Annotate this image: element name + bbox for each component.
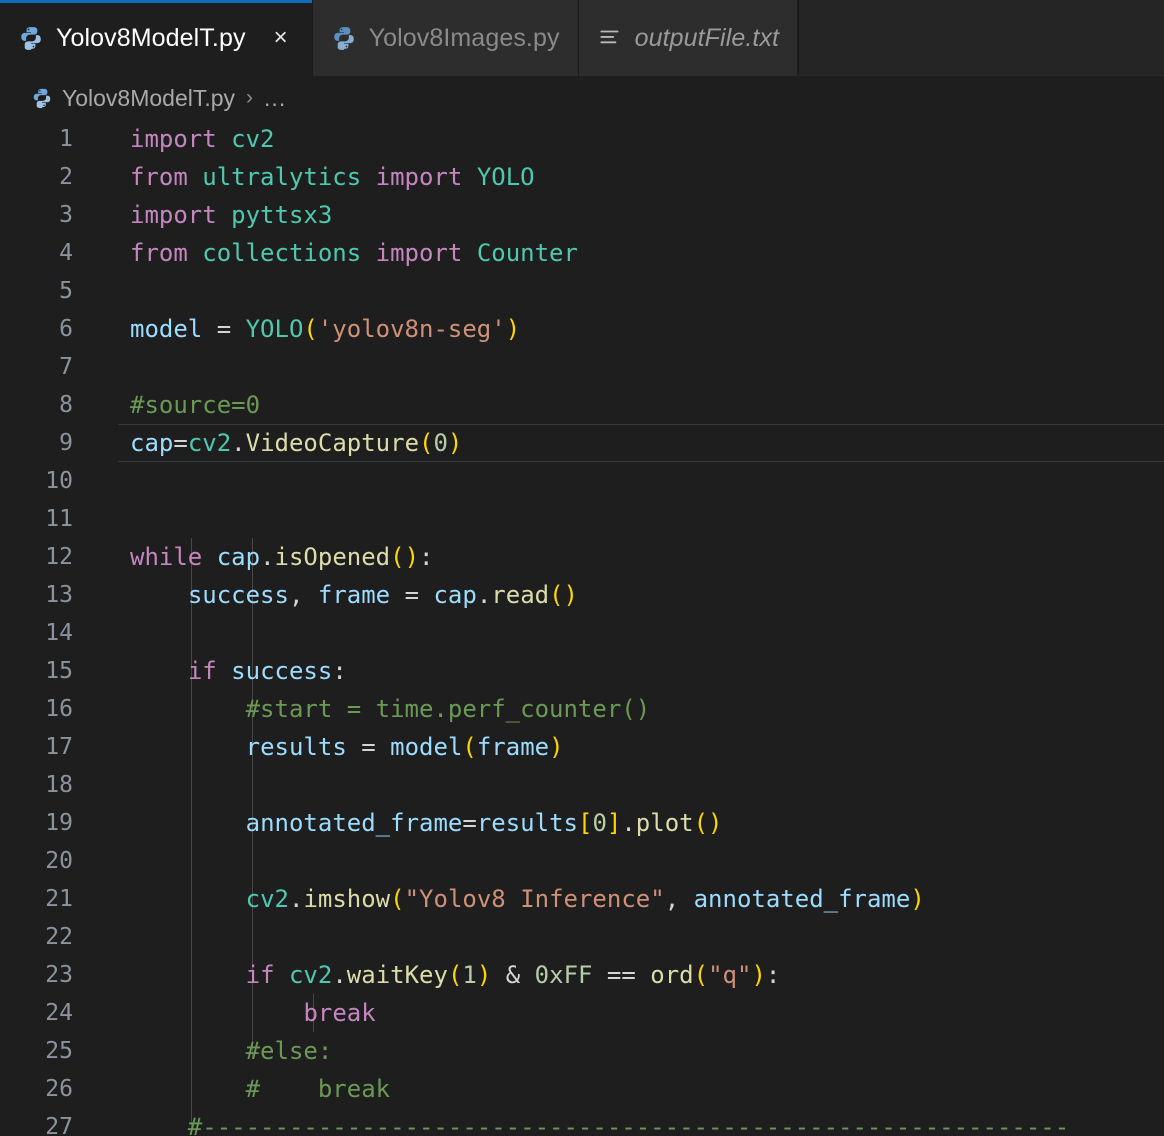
line-number: 14: [45, 620, 73, 646]
line-number: 19: [45, 810, 73, 836]
code-line-9[interactable]: 9 cap=cv2.VideoCapture(0): [0, 424, 1164, 462]
line-number: 5: [59, 278, 73, 304]
chevron-right-icon: ›: [246, 86, 254, 109]
line-number: 10: [45, 468, 73, 494]
line-number: 26: [45, 1076, 73, 1102]
line-number: 7: [59, 354, 73, 380]
code-line-8[interactable]: 8 #source=0: [0, 386, 1164, 424]
line-number: 17: [45, 734, 73, 760]
code-line-13[interactable]: 13 success, frame = cap.read(): [0, 576, 1164, 614]
code-line-18[interactable]: 18: [0, 766, 1164, 804]
line-number: 8: [59, 392, 73, 418]
python-icon: [31, 87, 53, 109]
line-content[interactable]: results = model(frame): [75, 728, 564, 766]
line-number: 2: [59, 164, 73, 190]
code-line-10[interactable]: 10: [0, 462, 1164, 500]
code-line-14[interactable]: 14: [0, 614, 1164, 652]
line-number: 9: [59, 430, 73, 456]
line-content[interactable]: import pyttsx3: [75, 196, 332, 234]
code-line-21[interactable]: 21 cv2.imshow("Yolov8 Inference", annota…: [0, 880, 1164, 918]
code-line-27[interactable]: 27 #------------------------------------…: [0, 1108, 1164, 1136]
line-content[interactable]: #---------------------------------------…: [75, 1108, 1069, 1136]
line-content[interactable]: break: [75, 994, 375, 1032]
line-content[interactable]: # break: [75, 1070, 391, 1108]
line-number: 22: [45, 924, 73, 950]
line-number: 27: [45, 1114, 73, 1136]
line-content[interactable]: from ultralytics import YOLO: [75, 158, 535, 196]
code-line-4[interactable]: 4 from collections import Counter: [0, 234, 1164, 272]
code-line-24[interactable]: 24 break: [0, 994, 1164, 1032]
line-number: 23: [45, 962, 73, 988]
code-lines[interactable]: 1 import cv2 2 from ultralytics import YOLO…: [0, 120, 1164, 1136]
code-editor[interactable]: 1 import cv2 2 from ultralytics import YOLO…: [0, 120, 1164, 1136]
line-number: 15: [45, 658, 73, 684]
line-content[interactable]: annotated_frame=results[0].plot(): [75, 804, 723, 842]
code-line-17[interactable]: 17 results = model(frame): [0, 728, 1164, 766]
tab-yolov8modelt-py[interactable]: Yolov8ModelT.py ×: [0, 0, 313, 76]
tab-outputfile-txt[interactable]: outputFile.txt: [578, 0, 799, 76]
line-number: 3: [59, 202, 73, 228]
line-content[interactable]: #start = time.perf_counter(): [75, 690, 651, 728]
line-content[interactable]: from collections import Counter: [75, 234, 578, 272]
code-line-26[interactable]: 26 # break: [0, 1070, 1164, 1108]
line-number: 16: [45, 696, 73, 722]
code-line-20[interactable]: 20: [0, 842, 1164, 880]
breadcrumb-more[interactable]: ...: [264, 85, 286, 112]
line-number: 1: [59, 126, 73, 152]
line-number: 11: [45, 506, 73, 532]
line-number: 13: [45, 582, 73, 608]
tab-label: Yolov8Images.py: [368, 23, 560, 52]
line-content[interactable]: cap=cv2.VideoCapture(0): [75, 424, 462, 462]
code-line-22[interactable]: 22: [0, 918, 1164, 956]
line-number: 12: [45, 544, 73, 570]
code-line-23[interactable]: 23 if cv2.waitKey(1) & 0xFF == ord("q"):: [0, 956, 1164, 994]
code-line-16[interactable]: 16 #start = time.perf_counter(): [0, 690, 1164, 728]
breadcrumb: Yolov8ModelT.py › ...: [0, 76, 1164, 120]
line-content[interactable]: if cv2.waitKey(1) & 0xFF == ord("q"):: [75, 956, 781, 994]
code-line-6[interactable]: 6 model = YOLO('yolov8n-seg'): [0, 310, 1164, 348]
tab-label: outputFile.txt: [634, 23, 780, 52]
code-line-19[interactable]: 19 annotated_frame=results[0].plot(): [0, 804, 1164, 842]
line-number: 18: [45, 772, 73, 798]
line-content[interactable]: #source=0: [75, 386, 260, 424]
line-number: 4: [59, 240, 73, 266]
line-content[interactable]: #else:: [75, 1032, 333, 1070]
code-line-25[interactable]: 25 #else:: [0, 1032, 1164, 1070]
line-content[interactable]: while cap.isOpened():: [75, 538, 433, 576]
code-line-1[interactable]: 1 import cv2: [0, 120, 1164, 158]
editor-tab-bar: Yolov8ModelT.py × Yolov8Images.py output…: [0, 0, 1164, 76]
code-line-7[interactable]: 7: [0, 348, 1164, 386]
line-number: 25: [45, 1038, 73, 1064]
code-line-15[interactable]: 15 if success:: [0, 652, 1164, 690]
line-content[interactable]: success, frame = cap.read(): [75, 576, 578, 614]
code-line-2[interactable]: 2 from ultralytics import YOLO: [0, 158, 1164, 196]
tab-bar-empty-space: [798, 0, 1164, 75]
code-line-5[interactable]: 5: [0, 272, 1164, 310]
breadcrumb-file[interactable]: Yolov8ModelT.py: [62, 85, 235, 112]
close-icon[interactable]: ×: [268, 25, 294, 51]
line-content[interactable]: if success:: [75, 652, 347, 690]
line-number: 20: [45, 848, 73, 874]
line-number: 6: [59, 316, 73, 342]
tab-label: Yolov8ModelT.py: [56, 23, 246, 52]
line-content[interactable]: model = YOLO('yolov8n-seg'): [75, 310, 520, 348]
code-line-11[interactable]: 11: [0, 500, 1164, 538]
text-file-icon: [597, 25, 623, 51]
line-content[interactable]: cv2.imshow("Yolov8 Inference", annotated…: [75, 880, 925, 918]
tab-yolov8images-py[interactable]: Yolov8Images.py: [312, 0, 579, 76]
python-icon: [331, 25, 357, 51]
python-icon: [18, 25, 44, 51]
line-content[interactable]: import cv2: [75, 120, 275, 158]
code-line-12[interactable]: 12 while cap.isOpened():: [0, 538, 1164, 576]
line-number: 21: [45, 886, 73, 912]
line-number: 24: [45, 1000, 73, 1026]
code-line-3[interactable]: 3 import pyttsx3: [0, 196, 1164, 234]
